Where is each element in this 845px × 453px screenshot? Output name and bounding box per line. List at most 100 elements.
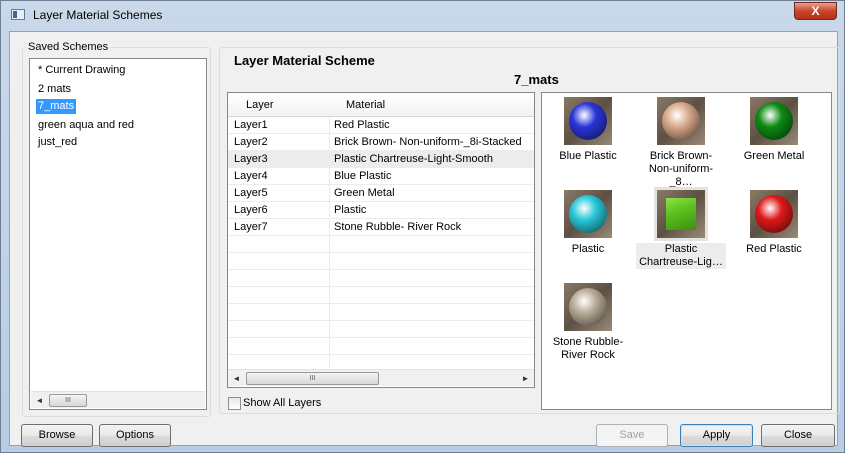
window-close-button[interactable]: X [794, 2, 837, 20]
material-preview [657, 97, 705, 145]
layer-material-table: Layer Material Layer1 Red Plastic Layer2 Br… [227, 92, 535, 388]
sphere-preview-icon [569, 288, 607, 326]
material-label: Stone Rubble- River Rock [543, 336, 633, 362]
layer-cell: Layer6 [234, 204, 268, 216]
material-tile[interactable]: Green Metal [729, 97, 819, 163]
table-horizontal-scrollbar[interactable]: ◄ III ► [228, 369, 534, 386]
panel-title: Layer Material Scheme [234, 53, 375, 68]
material-preview [750, 190, 798, 238]
material-cell: Green Metal [334, 187, 395, 199]
title-bar: Layer Material Schemes X [1, 1, 845, 29]
material-cell: Red Plastic [334, 119, 390, 131]
layer-cell: Layer2 [234, 136, 268, 148]
material-label-line1: Red Plastic [746, 243, 802, 255]
material-label: Red Plastic [729, 243, 819, 256]
material-cell: Plastic Chartreuse-Light-Smooth [334, 153, 493, 165]
material-cell: Stone Rubble- River Rock [334, 221, 462, 233]
table-row[interactable]: Layer5 Green Metal [228, 185, 534, 202]
material-label: Green Metal [729, 150, 819, 163]
material-tile[interactable]: Plastic [543, 190, 633, 256]
material-thumbnails: Blue Plastic Brick Brown- Non-uniform-_8… G… [541, 92, 832, 410]
material-preview [654, 187, 708, 241]
scroll-left-arrow[interactable]: ◄ [228, 370, 245, 387]
table-header: Layer Material [228, 93, 534, 117]
browse-button[interactable]: Browse [21, 424, 93, 447]
table-row[interactable]: Layer1 Red Plastic [228, 117, 534, 134]
apply-button[interactable]: Apply [680, 424, 753, 447]
material-label-line1: Blue Plastic [559, 150, 617, 162]
material-tile[interactable]: Plastic Chartreuse-Lig… [636, 187, 726, 269]
material-tile[interactable]: Red Plastic [729, 190, 819, 256]
empty-row [228, 338, 534, 355]
show-all-layers-checkbox[interactable] [228, 397, 241, 410]
window-title: Layer Material Schemes [33, 8, 163, 22]
material-label-line1: Plastic [664, 243, 698, 255]
layer-cell: Layer3 [234, 153, 268, 165]
column-header-layer[interactable]: Layer [246, 99, 274, 111]
empty-row [228, 236, 534, 253]
sphere-preview-icon [755, 102, 793, 140]
empty-row [228, 270, 534, 287]
table-row[interactable]: Layer3 Plastic Chartreuse-Light-Smooth [228, 151, 534, 168]
sphere-preview-icon [569, 195, 607, 233]
material-label: Blue Plastic [543, 150, 633, 163]
material-label-line2: Chartreuse-Lig… [639, 256, 723, 268]
scheme-name: 7_mats [514, 72, 559, 87]
material-label-line1: Stone Rubble- [552, 336, 624, 348]
layer-cell: Layer5 [234, 187, 268, 199]
options-button[interactable]: Options [99, 424, 171, 447]
sphere-preview-icon [755, 195, 793, 233]
material-label: Plastic Chartreuse-Lig… [636, 243, 726, 269]
empty-row [228, 287, 534, 304]
material-preview [750, 97, 798, 145]
material-tile[interactable]: Blue Plastic [543, 97, 633, 163]
dialog-window: Layer Material Schemes X Saved Schemes *… [0, 0, 845, 453]
scheme-item-selected[interactable]: 7_mats [36, 99, 77, 114]
saved-schemes-label: Saved Schemes [26, 41, 111, 53]
cube-preview-icon [666, 198, 696, 230]
app-icon [11, 9, 25, 20]
material-label-line1: Plastic [571, 243, 605, 255]
saved-schemes-list[interactable]: * Current Drawing 2 mats 7_mats green aq… [29, 58, 207, 410]
scheme-item[interactable]: * Current Drawing [36, 63, 127, 78]
material-cell: Brick Brown- Non-uniform-_8i-Stacked [334, 136, 522, 148]
scroll-thumb[interactable]: III [49, 394, 87, 407]
show-all-layers-label[interactable]: Show All Layers [243, 397, 321, 409]
table-row[interactable]: Layer2 Brick Brown- Non-uniform-_8i-Stack… [228, 134, 534, 151]
list-horizontal-scrollbar[interactable]: ◄ III [31, 391, 205, 408]
column-header-material[interactable]: Material [346, 99, 385, 111]
empty-row [228, 304, 534, 321]
material-preview [564, 283, 612, 331]
material-tile[interactable]: Stone Rubble- River Rock [543, 283, 633, 362]
dialog-client: Saved Schemes * Current Drawing 2 mats 7… [9, 31, 840, 447]
empty-row [228, 253, 534, 270]
material-label: Plastic [543, 243, 633, 256]
sphere-preview-icon [662, 102, 700, 140]
scroll-right-arrow[interactable]: ► [517, 370, 534, 387]
sphere-preview-icon [569, 102, 607, 140]
close-button[interactable]: Close [761, 424, 835, 447]
scheme-item[interactable]: 2 mats [36, 82, 73, 97]
table-row[interactable]: Layer6 Plastic [228, 202, 534, 219]
scroll-left-arrow[interactable]: ◄ [31, 392, 48, 409]
material-preview [564, 97, 612, 145]
material-label-line1: Green Metal [743, 150, 805, 162]
material-label-line1: Brick Brown- [649, 150, 713, 162]
scheme-item[interactable]: just_red [36, 135, 79, 150]
layer-cell: Layer4 [234, 170, 268, 182]
material-label-line2: River Rock [561, 349, 615, 361]
layer-cell: Layer1 [234, 119, 268, 131]
material-cell: Blue Plastic [334, 170, 392, 182]
scheme-item[interactable]: green aqua and red [36, 118, 136, 133]
table-row[interactable]: Layer7 Stone Rubble- River Rock [228, 219, 534, 236]
empty-row [228, 321, 534, 338]
table-row[interactable]: Layer4 Blue Plastic [228, 168, 534, 185]
scroll-thumb[interactable]: III [246, 372, 379, 385]
material-tile[interactable]: Brick Brown- Non-uniform-_8… [636, 97, 726, 189]
layer-cell: Layer7 [234, 221, 268, 233]
material-label-line2: Non-uniform-_8… [648, 163, 714, 188]
save-button[interactable]: Save [596, 424, 668, 447]
material-cell: Plastic [334, 204, 367, 216]
material-preview [564, 190, 612, 238]
material-label: Brick Brown- Non-uniform-_8… [636, 150, 726, 189]
